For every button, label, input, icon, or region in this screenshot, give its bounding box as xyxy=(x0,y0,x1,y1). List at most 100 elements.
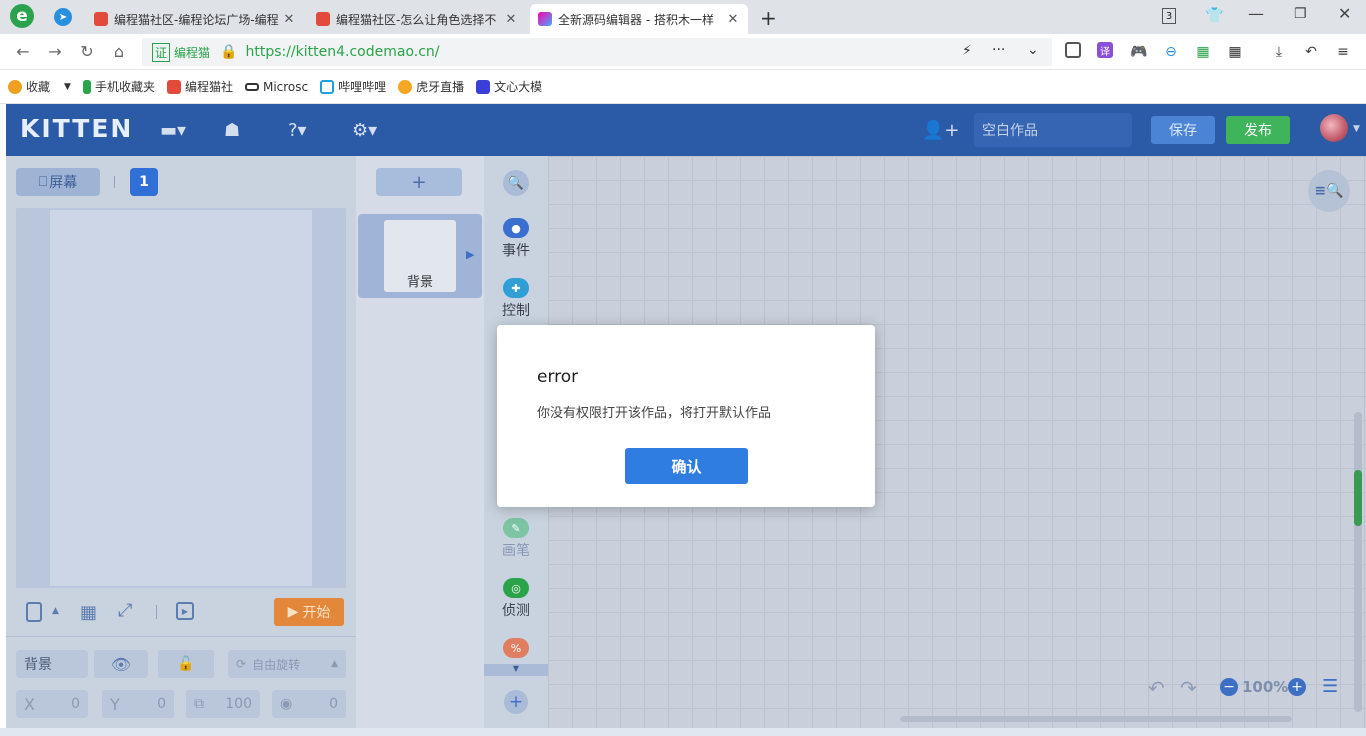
scene-card[interactable]: 背景 ▶ xyxy=(358,214,482,298)
scene-thumbnail[interactable]: 背景 xyxy=(384,220,456,292)
add-scene-button[interactable]: + xyxy=(376,168,462,196)
help-icon[interactable]: ?▾ xyxy=(288,118,307,142)
minimize-icon[interactable]: — xyxy=(1248,4,1264,23)
tab-count-badge[interactable]: 3 xyxy=(1162,8,1176,24)
bookmark-huya[interactable]: 虎牙直播 xyxy=(398,78,464,95)
robot-icon[interactable]: ☗ xyxy=(224,118,240,142)
restore-icon[interactable]: ❐ xyxy=(1294,6,1307,22)
category-pen[interactable]: ✎ 画笔 xyxy=(484,518,548,560)
bookmark-favorites[interactable]: 收藏 ▼ xyxy=(8,78,71,95)
star-icon xyxy=(8,79,22,94)
caret-up-icon[interactable]: ▲ xyxy=(52,606,59,616)
back-icon[interactable]: ← xyxy=(10,38,36,64)
start-button[interactable]: ▶ 开始 xyxy=(274,598,344,626)
browser-logo-icon[interactable]: e xyxy=(10,4,34,28)
menu-icon[interactable]: ≡ xyxy=(1333,42,1353,62)
undo-icon[interactable]: ↶ xyxy=(1301,42,1321,62)
bookmark-microsoft[interactable]: Microsc xyxy=(244,80,308,94)
publish-button[interactable]: 发布 xyxy=(1226,116,1290,144)
stage-screen[interactable] xyxy=(50,210,312,586)
game-icon[interactable]: 🎮 xyxy=(1129,42,1149,62)
undo-code-icon[interactable]: ↶ xyxy=(1148,676,1165,700)
search-code-icon[interactable]: ≡🔍 xyxy=(1308,170,1350,212)
scroll-down-icon[interactable]: ▼ xyxy=(484,664,548,676)
y-input[interactable]: Y0 xyxy=(102,690,174,718)
add-user-icon[interactable]: 👤+ xyxy=(922,118,960,142)
reader-icon[interactable] xyxy=(1065,42,1081,58)
preview-icon[interactable]: ▶ xyxy=(176,602,194,620)
fullscreen-icon[interactable]: ⤢ xyxy=(118,600,132,621)
x-input[interactable]: X0 xyxy=(16,690,88,718)
lock-toggle[interactable]: 🔓 xyxy=(158,650,214,678)
bookmark-wenxin[interactable]: 文心大模 xyxy=(476,78,542,95)
zoom-in-icon[interactable]: + xyxy=(1288,678,1306,696)
forward-icon[interactable]: → xyxy=(42,38,68,64)
address-bar[interactable]: 证 编程猫 🔒 https://kitten4.codemao.cn/ ⚡ ··… xyxy=(142,38,1052,66)
sprite-name-input[interactable]: 背景 xyxy=(16,650,88,678)
scroll-thumb[interactable] xyxy=(1354,470,1362,526)
tab-forum[interactable]: 编程猫社区-编程论坛广场-编程 ✕ xyxy=(86,4,304,34)
add-extension-icon[interactable]: + xyxy=(504,690,528,714)
search-blocks-icon[interactable]: 🔍 xyxy=(503,170,529,196)
rotation-select[interactable]: ⟳ 自由旋转 ▲ xyxy=(228,650,346,678)
home-icon[interactable]: ⌂ xyxy=(106,38,132,64)
more-icon[interactable]: ··· xyxy=(992,42,1005,58)
play-icon: ▶ xyxy=(287,604,299,620)
codemao-favicon-icon xyxy=(94,12,108,26)
redo-code-icon[interactable]: ↷ xyxy=(1180,676,1197,700)
category-control[interactable]: ✚ 控制 xyxy=(484,278,548,320)
tab-editor-active[interactable]: 全新源码编辑器 - 搭积木一样 ✕ xyxy=(530,4,748,34)
scene-panel: + 背景 ▶ xyxy=(356,156,484,728)
close-tab-icon[interactable]: ✕ xyxy=(726,12,740,27)
gear-icon[interactable]: ⚙▾ xyxy=(352,118,377,142)
translate-icon[interactable]: 译 xyxy=(1097,42,1113,58)
work-title-input[interactable]: 空白作品 xyxy=(974,113,1132,147)
eye-icon: 👁 xyxy=(110,654,132,674)
close-window-icon[interactable]: ✕ xyxy=(1338,4,1351,23)
category-operators[interactable]: % xyxy=(484,638,548,660)
bookmark-mobile[interactable]: 手机收藏夹 xyxy=(82,78,155,95)
folder-icon[interactable]: ▬▾ xyxy=(160,118,186,142)
screen-number-badge[interactable]: 1 xyxy=(130,168,158,196)
confirm-button[interactable]: 确认 xyxy=(625,448,748,484)
bookmark-bilibili[interactable]: 哔哩哔哩 xyxy=(320,78,386,95)
visibility-toggle[interactable]: 👁 xyxy=(94,650,148,678)
stage-canvas[interactable] xyxy=(16,208,346,588)
pen-icon: ✎ xyxy=(503,518,529,538)
caret-down-icon: ▼ xyxy=(64,81,71,92)
screen-button[interactable]: ⎕ 屏幕 xyxy=(16,168,100,196)
huya-icon xyxy=(398,79,413,94)
save-button[interactable]: 保存 xyxy=(1151,116,1215,144)
download-icon[interactable]: ⤓ xyxy=(1269,42,1289,62)
apps-color-icon[interactable]: ▦ xyxy=(1193,42,1213,62)
telegram-icon[interactable]: ➤ xyxy=(54,8,72,26)
new-tab-icon[interactable]: + xyxy=(760,6,777,30)
category-events[interactable]: ● 事件 xyxy=(484,218,548,260)
horizontal-scrollbar[interactable] xyxy=(900,716,1292,722)
lightning-icon[interactable]: ⚡ xyxy=(962,43,972,59)
grid-toggle-icon[interactable]: ▦ xyxy=(80,602,97,623)
skin-icon[interactable]: 👕 xyxy=(1205,6,1224,24)
chevron-down-icon[interactable]: ⌄ xyxy=(1027,42,1039,58)
lock-icon: 🔒 xyxy=(220,44,238,60)
url-text[interactable]: https://kitten4.codemao.cn/ xyxy=(245,44,439,60)
reload-icon[interactable]: ↻ xyxy=(74,38,100,64)
minus-circle-icon[interactable]: ⊖ xyxy=(1161,42,1181,62)
align-icon[interactable]: ☰ xyxy=(1322,676,1338,697)
direction-input[interactable]: ◉ 0 xyxy=(272,690,346,718)
close-tab-icon[interactable]: ✕ xyxy=(504,12,518,27)
bookmark-codemao[interactable]: 编程猫社 xyxy=(166,78,233,95)
phone-frame-icon[interactable] xyxy=(26,602,42,622)
avatar-caret-icon[interactable]: ▼ xyxy=(1353,124,1360,134)
tab-question[interactable]: 编程猫社区-怎么让角色选择不 ✕ xyxy=(308,4,526,34)
avatar[interactable] xyxy=(1320,114,1348,142)
size-input[interactable]: ⧉ 100 xyxy=(186,690,260,718)
grid-icon[interactable]: ▦ xyxy=(1225,42,1245,62)
vertical-scrollbar[interactable] xyxy=(1354,412,1362,712)
chevron-right-icon[interactable]: ▶ xyxy=(466,248,474,261)
category-sensing[interactable]: ◎ 侦测 xyxy=(484,578,548,620)
zoom-out-icon[interactable]: − xyxy=(1220,678,1238,696)
close-tab-icon[interactable]: ✕ xyxy=(282,12,296,27)
address-row: ← → ↻ ⌂ 证 编程猫 🔒 https://kitten4.codemao.… xyxy=(0,34,1366,70)
stage-panel: ⎕ 屏幕 1 ▲ ▦ ⤢ ▶ ▶ 开始 背景 👁 🔓 ⟳ 自由旋转 ▲ X0 Y0 ⧉ 1… xyxy=(6,156,356,728)
